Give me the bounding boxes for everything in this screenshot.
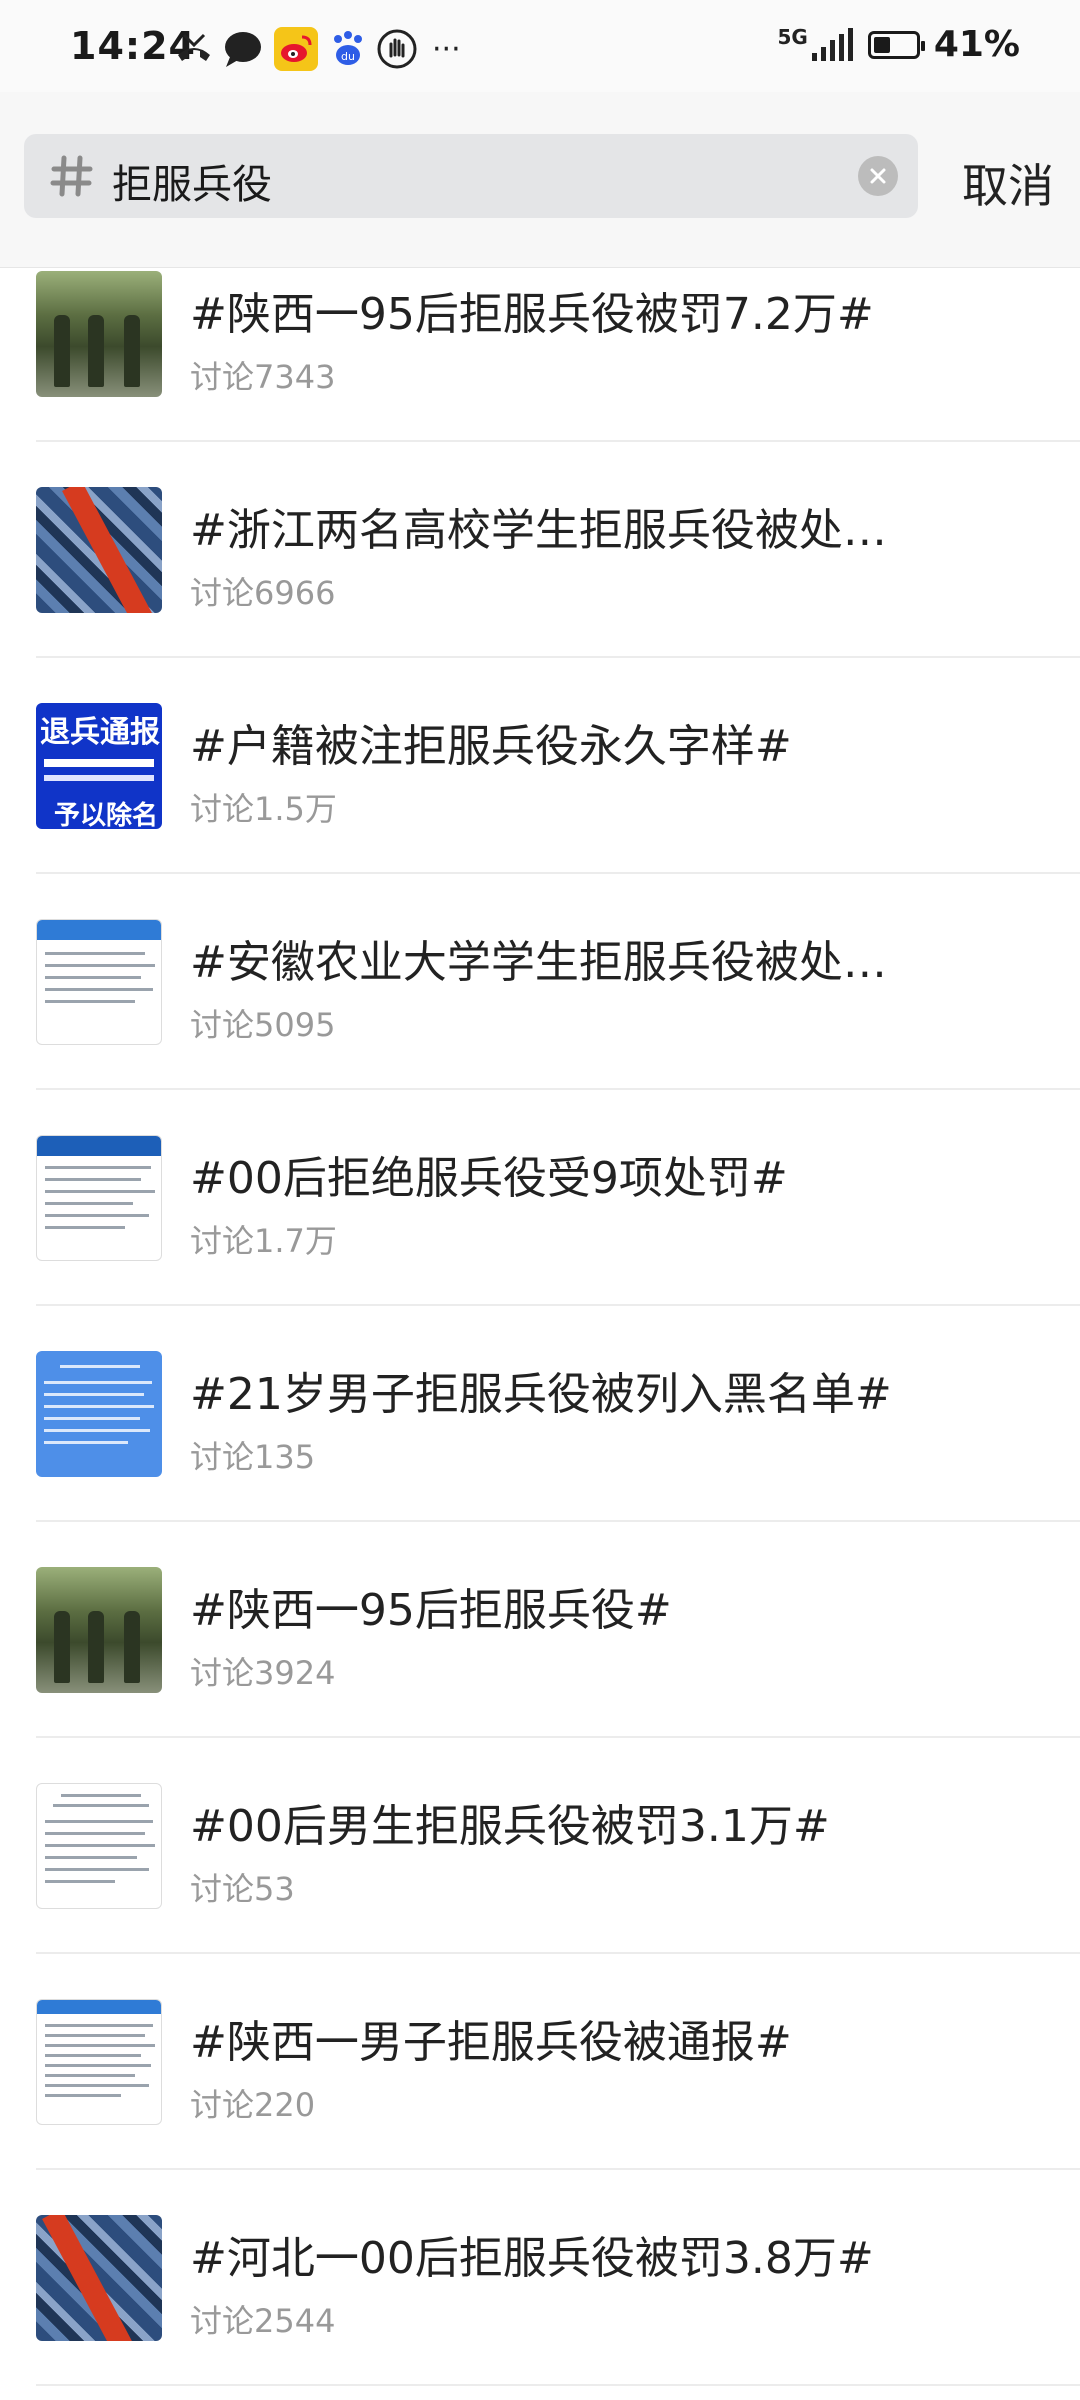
thumbnail-text: 予以除名: [54, 801, 159, 829]
topic-thumbnail: [36, 1567, 162, 1693]
topic-discussion-count: 讨论135: [190, 1438, 316, 1476]
topic-title: #浙江两名高校学生拒服兵役被处…: [190, 505, 887, 556]
cancel-button[interactable]: 取消: [962, 150, 1054, 216]
topic-results-list: #陕西一95后拒服兵役被罚7.2万# 讨论7343 #浙江两名高校学生拒服兵役被…: [0, 268, 1080, 2386]
topic-title: #河北一00后拒服兵役被罚3.8万#: [190, 2233, 874, 2284]
baidu-paw-icon: du: [330, 27, 366, 71]
hand-icon: [376, 27, 418, 71]
network-type: 5G: [777, 24, 808, 49]
topic-thumbnail: [36, 2215, 162, 2341]
list-item[interactable]: #00后拒绝服兵役受9项处罚# 讨论1.7万: [0, 1090, 1080, 1306]
topic-discussion-count: 讨论53: [190, 1870, 295, 1908]
topic-discussion-count: 讨论3924: [190, 1654, 336, 1692]
topic-thumbnail: [36, 1351, 162, 1477]
list-item[interactable]: #浙江两名高校学生拒服兵役被处… 讨论6966: [0, 442, 1080, 658]
weibo-icon: [274, 27, 318, 71]
thumbnail-text: 退兵通报: [40, 715, 160, 750]
svg-text:du: du: [341, 50, 355, 63]
topic-thumbnail: [36, 1135, 162, 1261]
battery-icon: [867, 30, 925, 59]
topic-discussion-count: 讨论6966: [190, 574, 336, 612]
topic-title: #21岁男子拒服兵役被列入黑名单#: [190, 1369, 892, 1420]
battery-percent: 41%: [933, 24, 1020, 65]
list-item[interactable]: #陕西一男子拒服兵役被通报# 讨论220: [0, 1954, 1080, 2170]
list-item[interactable]: #安徽农业大学学生拒服兵役被处… 讨论5095: [0, 874, 1080, 1090]
topic-discussion-count: 讨论2544: [190, 2302, 336, 2340]
topic-thumbnail: [36, 1999, 162, 2125]
topic-title: #安徽农业大学学生拒服兵役被处…: [190, 937, 887, 988]
topic-thumbnail: [36, 271, 162, 397]
chat-bubble-icon: [222, 27, 264, 71]
topic-thumbnail: [36, 919, 162, 1045]
list-item[interactable]: 退兵通报 予以除名 #户籍被注拒服兵役永久字样# 讨论1.5万: [0, 658, 1080, 874]
topic-thumbnail: [36, 487, 162, 613]
topic-discussion-count: 讨论220: [190, 2086, 316, 2124]
topic-title: #陕西一男子拒服兵役被通报#: [190, 2017, 792, 2068]
topic-thumbnail: [36, 1783, 162, 1909]
topic-title: #陕西一95后拒服兵役被罚7.2万#: [190, 289, 874, 340]
topic-discussion-count: 讨论1.5万: [190, 790, 337, 828]
topic-thumbnail: 退兵通报 予以除名: [36, 703, 162, 829]
status-bar: 14:24 du ··· 5G 41%: [0, 0, 1080, 92]
search-header: 拒服兵役 取消: [0, 92, 1080, 268]
topic-discussion-count: 讨论1.7万: [190, 1222, 337, 1260]
missed-call-icon: [172, 27, 216, 71]
topic-discussion-count: 讨论5095: [190, 1006, 336, 1044]
topic-title: #00后拒绝服兵役受9项处罚#: [190, 1153, 788, 1204]
list-item[interactable]: #00后男生拒服兵役被罚3.1万# 讨论53: [0, 1738, 1080, 1954]
search-input[interactable]: 拒服兵役: [112, 152, 272, 210]
topic-title: #陕西一95后拒服兵役#: [190, 1585, 672, 1636]
topic-title: #户籍被注拒服兵役永久字样#: [190, 721, 792, 772]
topic-title: #00后男生拒服兵役被罚3.1万#: [190, 1801, 830, 1852]
status-right-group: 5G 41%: [777, 24, 1020, 65]
divider: [36, 2384, 1080, 2386]
topic-discussion-count: 讨论7343: [190, 358, 336, 396]
clear-search-button[interactable]: [858, 156, 898, 196]
list-item[interactable]: #陕西一95后拒服兵役# 讨论3924: [0, 1522, 1080, 1738]
signal-5g-icon: 5G: [777, 24, 853, 63]
close-icon: [870, 168, 886, 184]
list-item[interactable]: #陕西一95后拒服兵役被罚7.2万# 讨论7343: [0, 268, 1080, 442]
search-box[interactable]: 拒服兵役: [24, 134, 918, 218]
list-item[interactable]: #河北一00后拒服兵役被罚3.8万# 讨论2544: [0, 2170, 1080, 2386]
list-item[interactable]: #21岁男子拒服兵役被列入黑名单# 讨论135: [0, 1306, 1080, 1522]
hashtag-icon: [46, 150, 98, 202]
more-dots-icon: ···: [432, 31, 461, 67]
